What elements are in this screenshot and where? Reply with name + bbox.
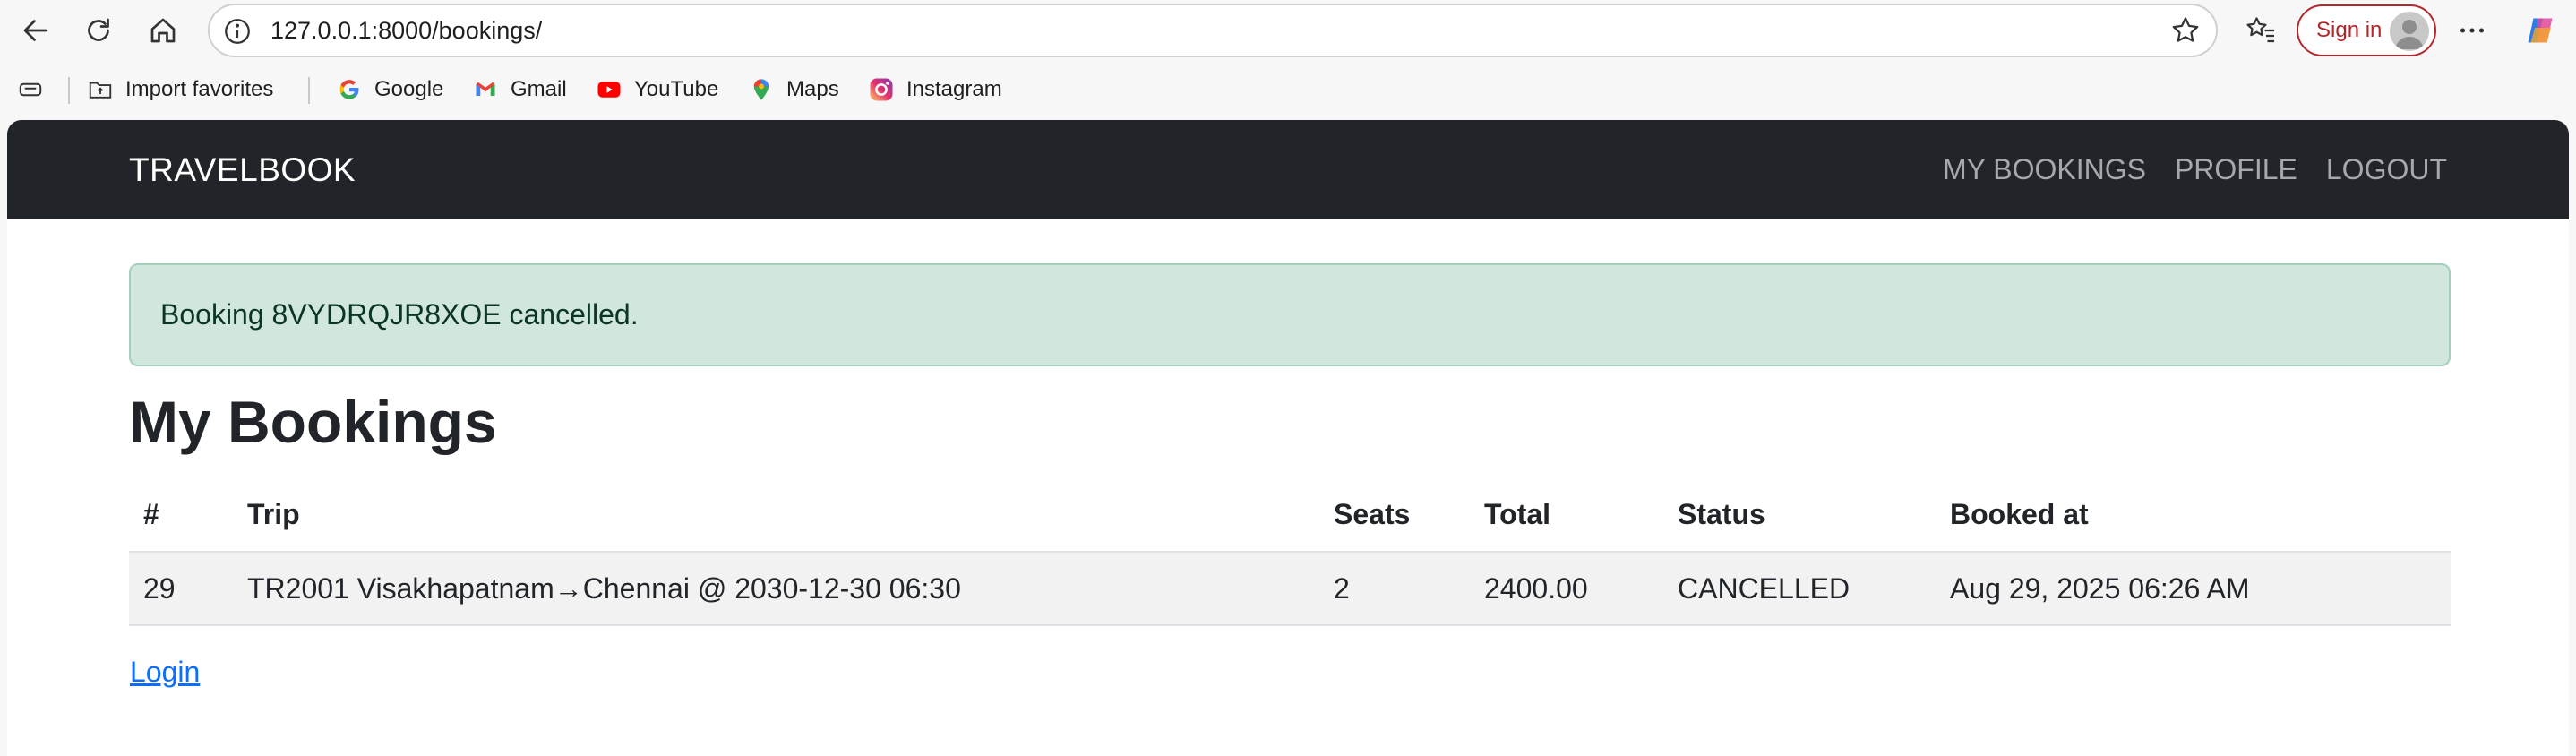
bookmark-gmail[interactable]: Gmail [471,72,567,107]
address-bar[interactable]: 127.0.0.1:8000/bookings/ [208,4,2218,57]
sign-in-button[interactable]: Sign in [2297,4,2436,56]
bookings-table: # Trip Seats Total Status Booked at 29 T… [129,478,2451,626]
bookmark-label: Maps [786,77,839,101]
cell-seats: 2 [1319,552,1470,626]
info-icon[interactable] [222,16,253,47]
maps-icon [747,75,776,104]
bookmark-label: Gmail [511,77,567,101]
bookmarks-bar: Import favorites Google Gmail YouTube Ma… [0,61,2576,118]
cell-booked-at: Aug 29, 2025 06:26 AM [1936,552,2451,626]
column-header-seats: Seats [1319,478,1470,553]
brand-link[interactable]: TRAVELBOOK [129,120,356,219]
refresh-icon[interactable] [77,9,120,52]
bookmark-import-favorites[interactable]: Import favorites [86,72,273,107]
nav-logout[interactable]: LOGOUT [2326,153,2447,186]
nav-my-bookings[interactable]: MY BOOKINGS [1943,153,2146,186]
cell-trip: TR2001 Visakhapatnam→Chennai @ 2030-12-3… [233,552,1319,626]
page-title: My Bookings [129,389,497,455]
page-viewport: TRAVELBOOK MY BOOKINGS PROFILE LOGOUT Bo… [7,120,2569,756]
sign-in-label: Sign in [2316,18,2383,42]
bookmark-maps[interactable]: Maps [747,72,839,107]
copilot-icon[interactable] [2519,9,2562,52]
nav-profile[interactable]: PROFILE [2175,153,2297,186]
bookmark-google[interactable]: Google [335,72,443,107]
favorites-icon[interactable] [2239,9,2282,52]
more-icon[interactable] [2451,9,2494,52]
youtube-icon [595,75,623,104]
column-header-trip: Trip [233,478,1319,553]
bookmark-instagram[interactable]: Instagram [867,72,1002,107]
bookmark-label: Google [374,77,444,101]
cell-total: 2400.00 [1470,552,1663,626]
bookmark-youtube[interactable]: YouTube [595,72,718,107]
bookmarks-divider [68,77,70,104]
gmail-icon [471,75,500,104]
column-header-total: Total [1470,478,1663,553]
import-icon [86,75,115,104]
cell-status: CANCELLED [1663,552,1936,626]
column-header-status: Status [1663,478,1936,553]
table-row: 29 TR2001 Visakhapatnam→Chennai @ 2030-1… [129,552,2451,626]
bookmark-label: Import favorites [125,77,274,101]
browser-toolbar: 127.0.0.1:8000/bookings/ Sign in [0,0,2576,61]
alert-message: Booking 8VYDRQJR8XOE cancelled. [160,298,639,331]
home-icon[interactable] [142,9,185,52]
table-header-row: # Trip Seats Total Status Booked at [129,478,2451,553]
google-icon [335,75,364,104]
nav-links: MY BOOKINGS PROFILE LOGOUT [1943,120,2447,219]
site-navbar: TRAVELBOOK MY BOOKINGS PROFILE LOGOUT [7,120,2569,219]
column-header-number: # [129,478,233,553]
url-text[interactable]: 127.0.0.1:8000/bookings/ [270,5,542,56]
bookmark-label: YouTube [634,77,719,101]
avatar-icon [2390,12,2429,51]
bookmark-label: Instagram [906,77,1002,101]
success-alert: Booking 8VYDRQJR8XOE cancelled. [129,263,2451,366]
bookmarks-divider [308,77,310,104]
column-header-booked-at: Booked at [1936,478,2451,553]
instagram-icon [867,75,896,104]
star-icon[interactable] [2169,14,2202,47]
login-link[interactable]: Login [130,656,200,689]
back-icon[interactable] [14,9,57,52]
tab-actions-icon[interactable] [16,72,56,107]
cell-number: 29 [129,552,233,626]
